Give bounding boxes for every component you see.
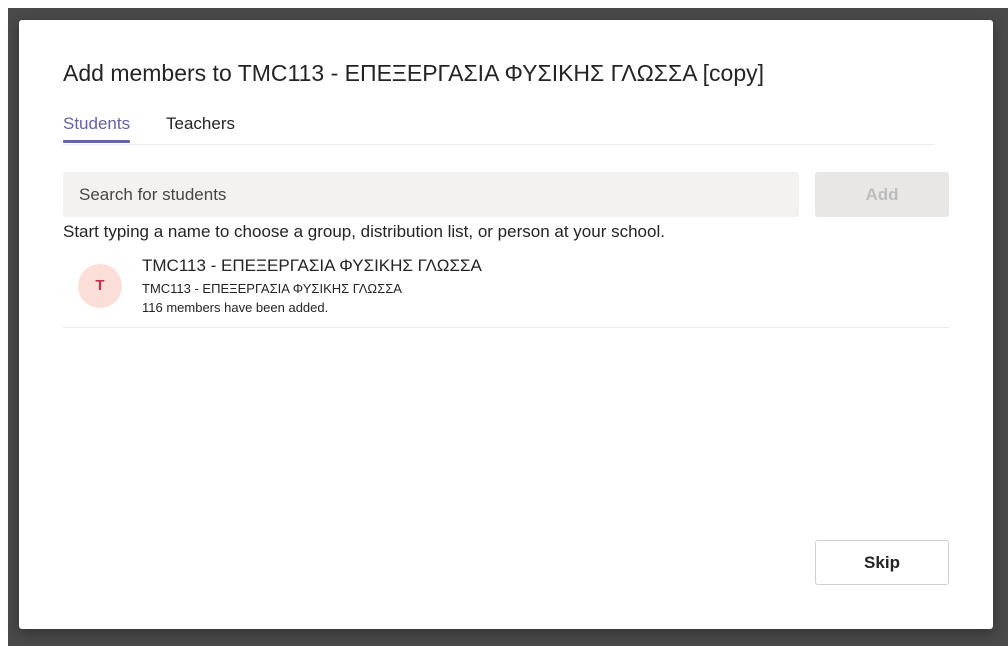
member-name: TMC113 - ΕΠΕΞΕΡΓΑΣΙΑ ΦΥΣΙΚΗΣ ΓΛΩΣΣΑ [142, 256, 482, 275]
member-status: 116 members have been added. [142, 300, 329, 315]
dialog-title: Add members to TMC113 - ΕΠΕΞΕΡΓΑΣΙΑ ΦΥΣΙ… [63, 60, 765, 86]
add-button[interactable]: Add [815, 172, 949, 217]
avatar: T [78, 264, 122, 308]
tab-students[interactable]: Students [63, 113, 131, 143]
member-subtitle: TMC113 - ΕΠΕΞΕΡΓΑΣΙΑ ΦΥΣΙΚΗΣ ΓΛΩΣΣΑ [142, 281, 402, 296]
tab-teachers[interactable]: Teachers [166, 113, 235, 143]
member-type-tabs: Students Teachers [63, 113, 935, 145]
search-students-input[interactable] [63, 172, 799, 217]
helper-text: Start typing a name to choose a group, d… [63, 222, 665, 241]
list-item: T TMC113 - ΕΠΕΞΕΡΓΑΣΙΑ ΦΥΣΙΚΗΣ ΓΛΩΣΣΑ TM… [63, 252, 949, 328]
add-members-dialog: Add members to TMC113 - ΕΠΕΞΕΡΓΑΣΙΑ ΦΥΣΙ… [19, 20, 993, 629]
skip-button[interactable]: Skip [815, 540, 949, 585]
